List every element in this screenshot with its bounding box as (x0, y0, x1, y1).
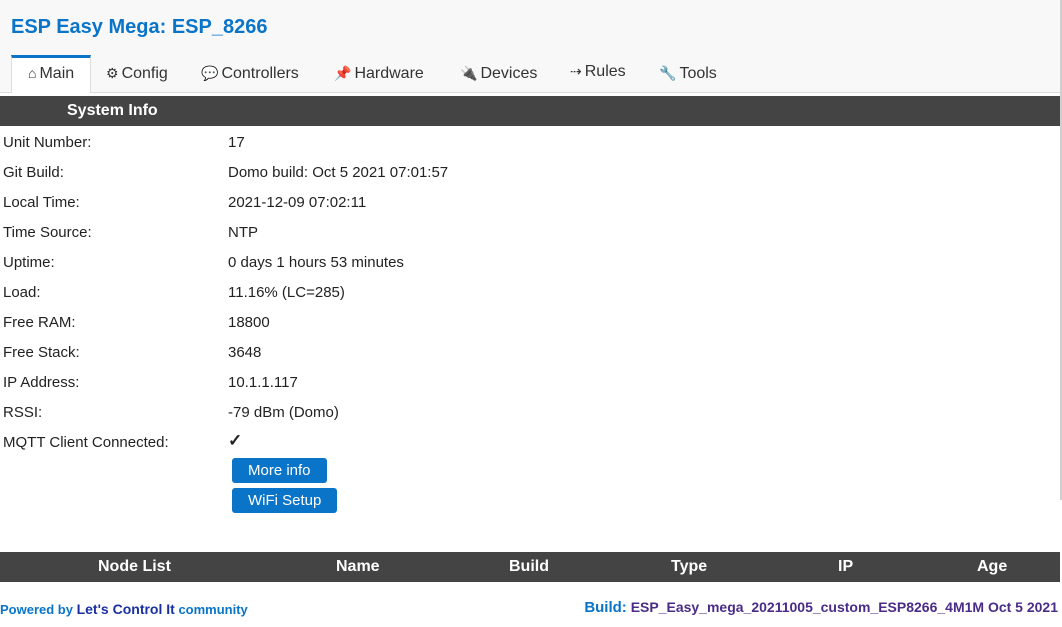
info-value: Domo build: Oct 5 2021 07:01:57 (228, 164, 449, 181)
info-label: MQTT Client Connected: (3, 434, 169, 451)
info-value: -79 dBm (Domo) (228, 404, 339, 421)
tab-config[interactable]: ⚙ Config (106, 55, 168, 89)
info-label: Free RAM: (3, 314, 76, 331)
node-list-col-ip: IP (838, 558, 854, 575)
info-row-time-source: Time Source: NTP (0, 218, 1060, 248)
tab-devices-label: Devices (480, 65, 538, 82)
info-row-rssi: RSSI: -79 dBm (Domo) (0, 398, 1060, 428)
powered-by-prefix: Powered by (0, 602, 73, 617)
tab-rules[interactable]: ⇢ Rules (570, 55, 626, 89)
info-value: 10.1.1.117 (228, 374, 298, 391)
build-label: Build: (584, 599, 627, 616)
info-value: 0 days 1 hours 53 minutes (228, 254, 404, 271)
info-label: Local Time: (3, 194, 80, 211)
main-tab-bar: ⌂ Main ⚙ Config 💬 Controllers 📌 Hardware 🔌 De… (0, 55, 1062, 93)
info-row-git-build: Git Build: Domo build: Oct 5 2021 07:01:… (0, 158, 1060, 188)
info-value: 18800 (228, 314, 270, 331)
tab-hardware-label: Hardware (354, 65, 424, 82)
info-label: IP Address: (3, 374, 80, 391)
tab-controllers[interactable]: 💬 Controllers (201, 55, 299, 89)
tab-devices[interactable]: 🔌 Devices (460, 55, 537, 89)
home-icon: ⌂ (28, 65, 37, 81)
gear-icon: ⚙ (106, 65, 119, 81)
system-info-header: System Info (0, 96, 1060, 126)
tab-hardware[interactable]: 📌 Hardware (334, 55, 424, 89)
wifi-setup-button[interactable]: WiFi Setup (232, 488, 338, 513)
info-label: Git Build: (3, 164, 64, 181)
info-label: RSSI: (3, 404, 43, 421)
info-row-unit-number: Unit Number: 17 (0, 128, 1060, 158)
info-row-ip-address: IP Address: 10.1.1.117 (0, 368, 1060, 398)
tab-config-label: Config (121, 65, 168, 82)
info-row-free-stack: Free Stack: 3648 (0, 338, 1060, 368)
more-info-button[interactable]: More info (232, 458, 327, 483)
system-info-title: System Info (67, 102, 158, 119)
node-list-col-name: Name (336, 558, 380, 575)
plug-icon: 🔌 (460, 65, 478, 81)
info-row-local-time: Local Time: 2021-12-09 07:02:11 (0, 188, 1060, 218)
info-label: Load: (3, 284, 41, 301)
powered-by-suffix: community (178, 602, 248, 617)
tab-tools[interactable]: 🔧 Tools (659, 55, 717, 89)
node-list-col-node: Node List (98, 558, 171, 575)
info-value: NTP (228, 224, 258, 241)
info-value: 11.16% (LC=285) (228, 284, 345, 301)
node-list-col-type: Type (671, 558, 708, 575)
check-icon: ✓ (228, 431, 243, 450)
info-value: 3648 (228, 344, 262, 361)
tab-controllers-label: Controllers (221, 65, 299, 82)
top-header: ESP Easy Mega: ESP_8266 ⌂ Main ⚙ Config 💬 C… (0, 0, 1062, 93)
info-label: Free Stack: (3, 344, 80, 361)
tab-rules-label: Rules (584, 63, 626, 80)
community-link[interactable]: Let's Control It (77, 601, 175, 617)
info-label: Time Source: (3, 224, 92, 241)
tab-tools-label: Tools (679, 65, 717, 82)
tab-main[interactable]: ⌂ Main (11, 55, 92, 93)
chat-bubble-icon: 💬 (201, 65, 219, 81)
dashed-arrow-icon: ⇢ (570, 63, 582, 79)
wrench-icon: 🔧 (659, 65, 677, 81)
powered-by: Powered by Let's Control It community (0, 601, 248, 617)
info-value: 2021-12-09 07:02:11 (228, 194, 367, 211)
node-list-col-age: Age (977, 558, 1008, 575)
node-list-header: Node List Name Build Type IP Age (0, 552, 1060, 582)
info-row-uptime: Uptime: 0 days 1 hours 53 minutes (0, 248, 1060, 278)
node-list-col-build: Build (509, 558, 549, 575)
app-title: ESP Easy Mega: ESP_8266 (11, 16, 268, 38)
pushpin-icon: 📌 (334, 65, 352, 81)
build-value: ESP_Easy_mega_20211005_custom_ESP8266_4M… (630, 599, 1058, 615)
build-info: Build: ESP_Easy_mega_20211005_custom_ESP… (584, 599, 1058, 616)
info-value: 17 (228, 134, 245, 151)
info-row-load: Load: 11.16% (LC=285) (0, 278, 1060, 308)
tab-main-label: Main (39, 65, 75, 82)
info-label: Unit Number: (3, 134, 92, 151)
info-row-mqtt: MQTT Client Connected: ✓ (0, 428, 1060, 458)
info-label: Uptime: (3, 254, 55, 271)
info-row-free-ram: Free RAM: 18800 (0, 308, 1060, 338)
